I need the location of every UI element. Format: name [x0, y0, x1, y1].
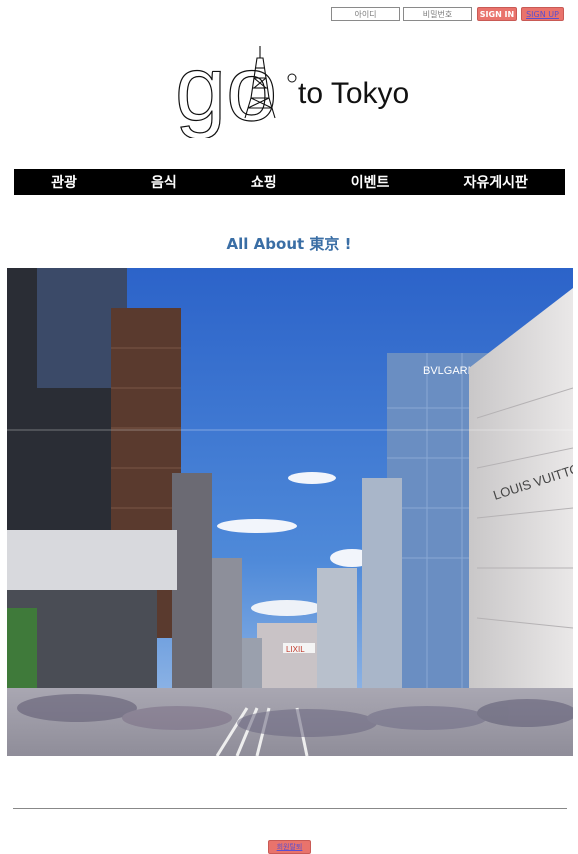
signin-button[interactable]: SIGN IN: [477, 7, 517, 21]
nav-item-events[interactable]: 이벤트: [351, 172, 390, 192]
logo-to-tokyo-text: to Tokyo: [298, 77, 409, 110]
nav-item-free-board[interactable]: 자유게시판: [464, 172, 528, 192]
withdraw-button[interactable]: 회원탈퇴: [268, 840, 311, 854]
login-bar: SIGN IN SIGN UP: [331, 7, 564, 21]
site-logo[interactable]: go to Tokyo: [175, 44, 420, 138]
bvlgari-sign: BVLGARI: [423, 365, 471, 377]
footer-divider: [13, 808, 567, 809]
nav-item-sightseeing[interactable]: 관광: [51, 172, 77, 192]
password-input[interactable]: [403, 7, 472, 21]
hero-image: BVLGARI LOUIS VUITTON LIXIL: [7, 268, 573, 756]
logo-dot-icon: [287, 73, 297, 83]
lixil-sign: LIXIL: [286, 645, 305, 654]
id-input[interactable]: [331, 7, 400, 21]
page-title: All About 東京 !: [226, 235, 352, 253]
signup-button[interactable]: SIGN UP: [521, 7, 564, 21]
nav-item-food[interactable]: 음식: [151, 172, 177, 192]
main-nav: 관광 음식 쇼핑 이벤트 자유게시판: [14, 169, 565, 195]
nav-item-shopping[interactable]: 쇼핑: [251, 172, 277, 192]
